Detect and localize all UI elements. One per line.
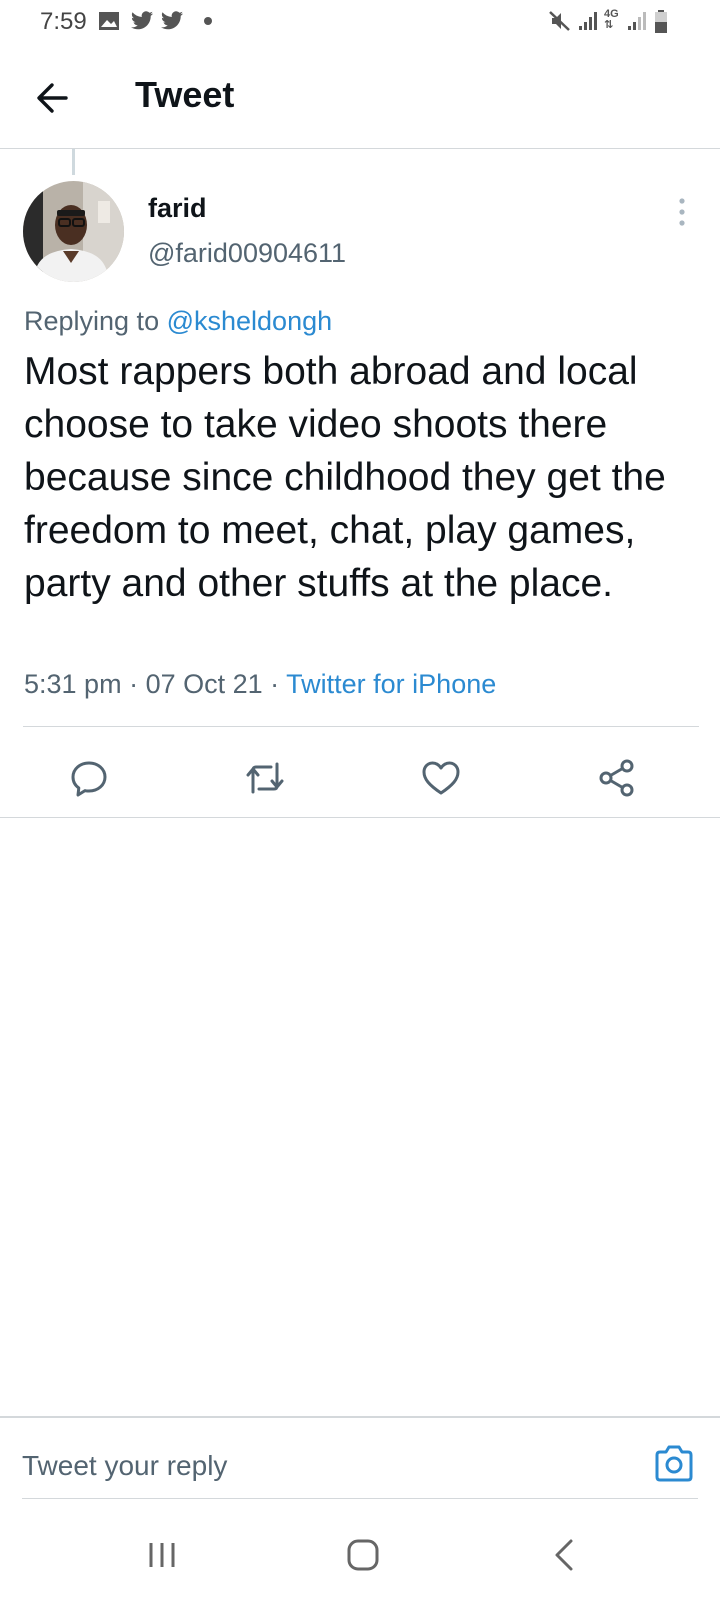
thread-connector-line bbox=[72, 149, 75, 175]
share-icon bbox=[599, 759, 634, 797]
page-title: Tweet bbox=[135, 74, 235, 115]
reply-input[interactable] bbox=[22, 1440, 622, 1492]
more-options-button[interactable] bbox=[670, 195, 694, 229]
tweet-date: 07 Oct 21 bbox=[145, 669, 263, 699]
back-button[interactable] bbox=[30, 74, 78, 122]
twitter-icon bbox=[130, 10, 154, 37]
retweet-button[interactable] bbox=[230, 748, 300, 808]
signal-icon bbox=[626, 10, 648, 37]
nav-back-button[interactable] bbox=[525, 1530, 605, 1580]
composer-border bbox=[0, 1416, 720, 1418]
retweet-icon bbox=[246, 762, 284, 794]
dot-icon bbox=[204, 17, 212, 25]
chevron-left-icon bbox=[555, 1539, 573, 1571]
network-4g-icon: 4G ⇅ bbox=[604, 8, 619, 31]
recent-apps-icon bbox=[149, 1543, 175, 1567]
replying-to-line: Replying to @ksheldongh bbox=[24, 306, 332, 337]
replying-to-label: Replying to bbox=[24, 306, 167, 336]
avatar[interactable] bbox=[23, 181, 124, 282]
tweet-body: Most rappers both abroad and local choos… bbox=[24, 350, 666, 605]
like-button[interactable] bbox=[406, 748, 476, 808]
tweet-time: 5:31 pm bbox=[24, 669, 122, 699]
reply-button[interactable] bbox=[54, 748, 124, 808]
more-vertical-icon bbox=[679, 198, 685, 226]
reply-icon bbox=[71, 761, 107, 797]
arrow-left-icon bbox=[37, 83, 68, 113]
status-time: 7:59 bbox=[40, 8, 87, 35]
home-button[interactable] bbox=[323, 1530, 403, 1580]
replying-to-link[interactable]: @ksheldongh bbox=[167, 306, 333, 336]
mute-icon bbox=[548, 10, 572, 37]
tweet-meta: 5:31 pm · 07 Oct 21 · Twitter for iPhone bbox=[24, 669, 496, 700]
battery-icon bbox=[654, 10, 668, 39]
meta-separator: · bbox=[262, 669, 287, 699]
user-handle[interactable]: @farid00904611 bbox=[148, 238, 346, 269]
twitter-icon bbox=[160, 10, 184, 37]
share-button[interactable] bbox=[582, 748, 652, 808]
camera-button[interactable] bbox=[652, 1442, 696, 1486]
divider bbox=[23, 726, 699, 727]
display-name[interactable]: farid bbox=[148, 193, 207, 224]
gallery-icon bbox=[98, 10, 120, 37]
home-icon bbox=[347, 1539, 379, 1571]
meta-separator: · bbox=[121, 669, 146, 699]
divider bbox=[0, 817, 720, 818]
camera-icon bbox=[655, 1445, 693, 1482]
like-icon bbox=[422, 761, 460, 795]
top-app-bar: Tweet bbox=[0, 50, 720, 149]
status-bar: 7:59 4G ⇅ bbox=[0, 0, 720, 44]
recent-apps-button[interactable] bbox=[122, 1530, 202, 1580]
signal-icon bbox=[577, 10, 599, 37]
divider bbox=[22, 1498, 698, 1499]
tweet-source-link[interactable]: Twitter for iPhone bbox=[286, 669, 496, 699]
